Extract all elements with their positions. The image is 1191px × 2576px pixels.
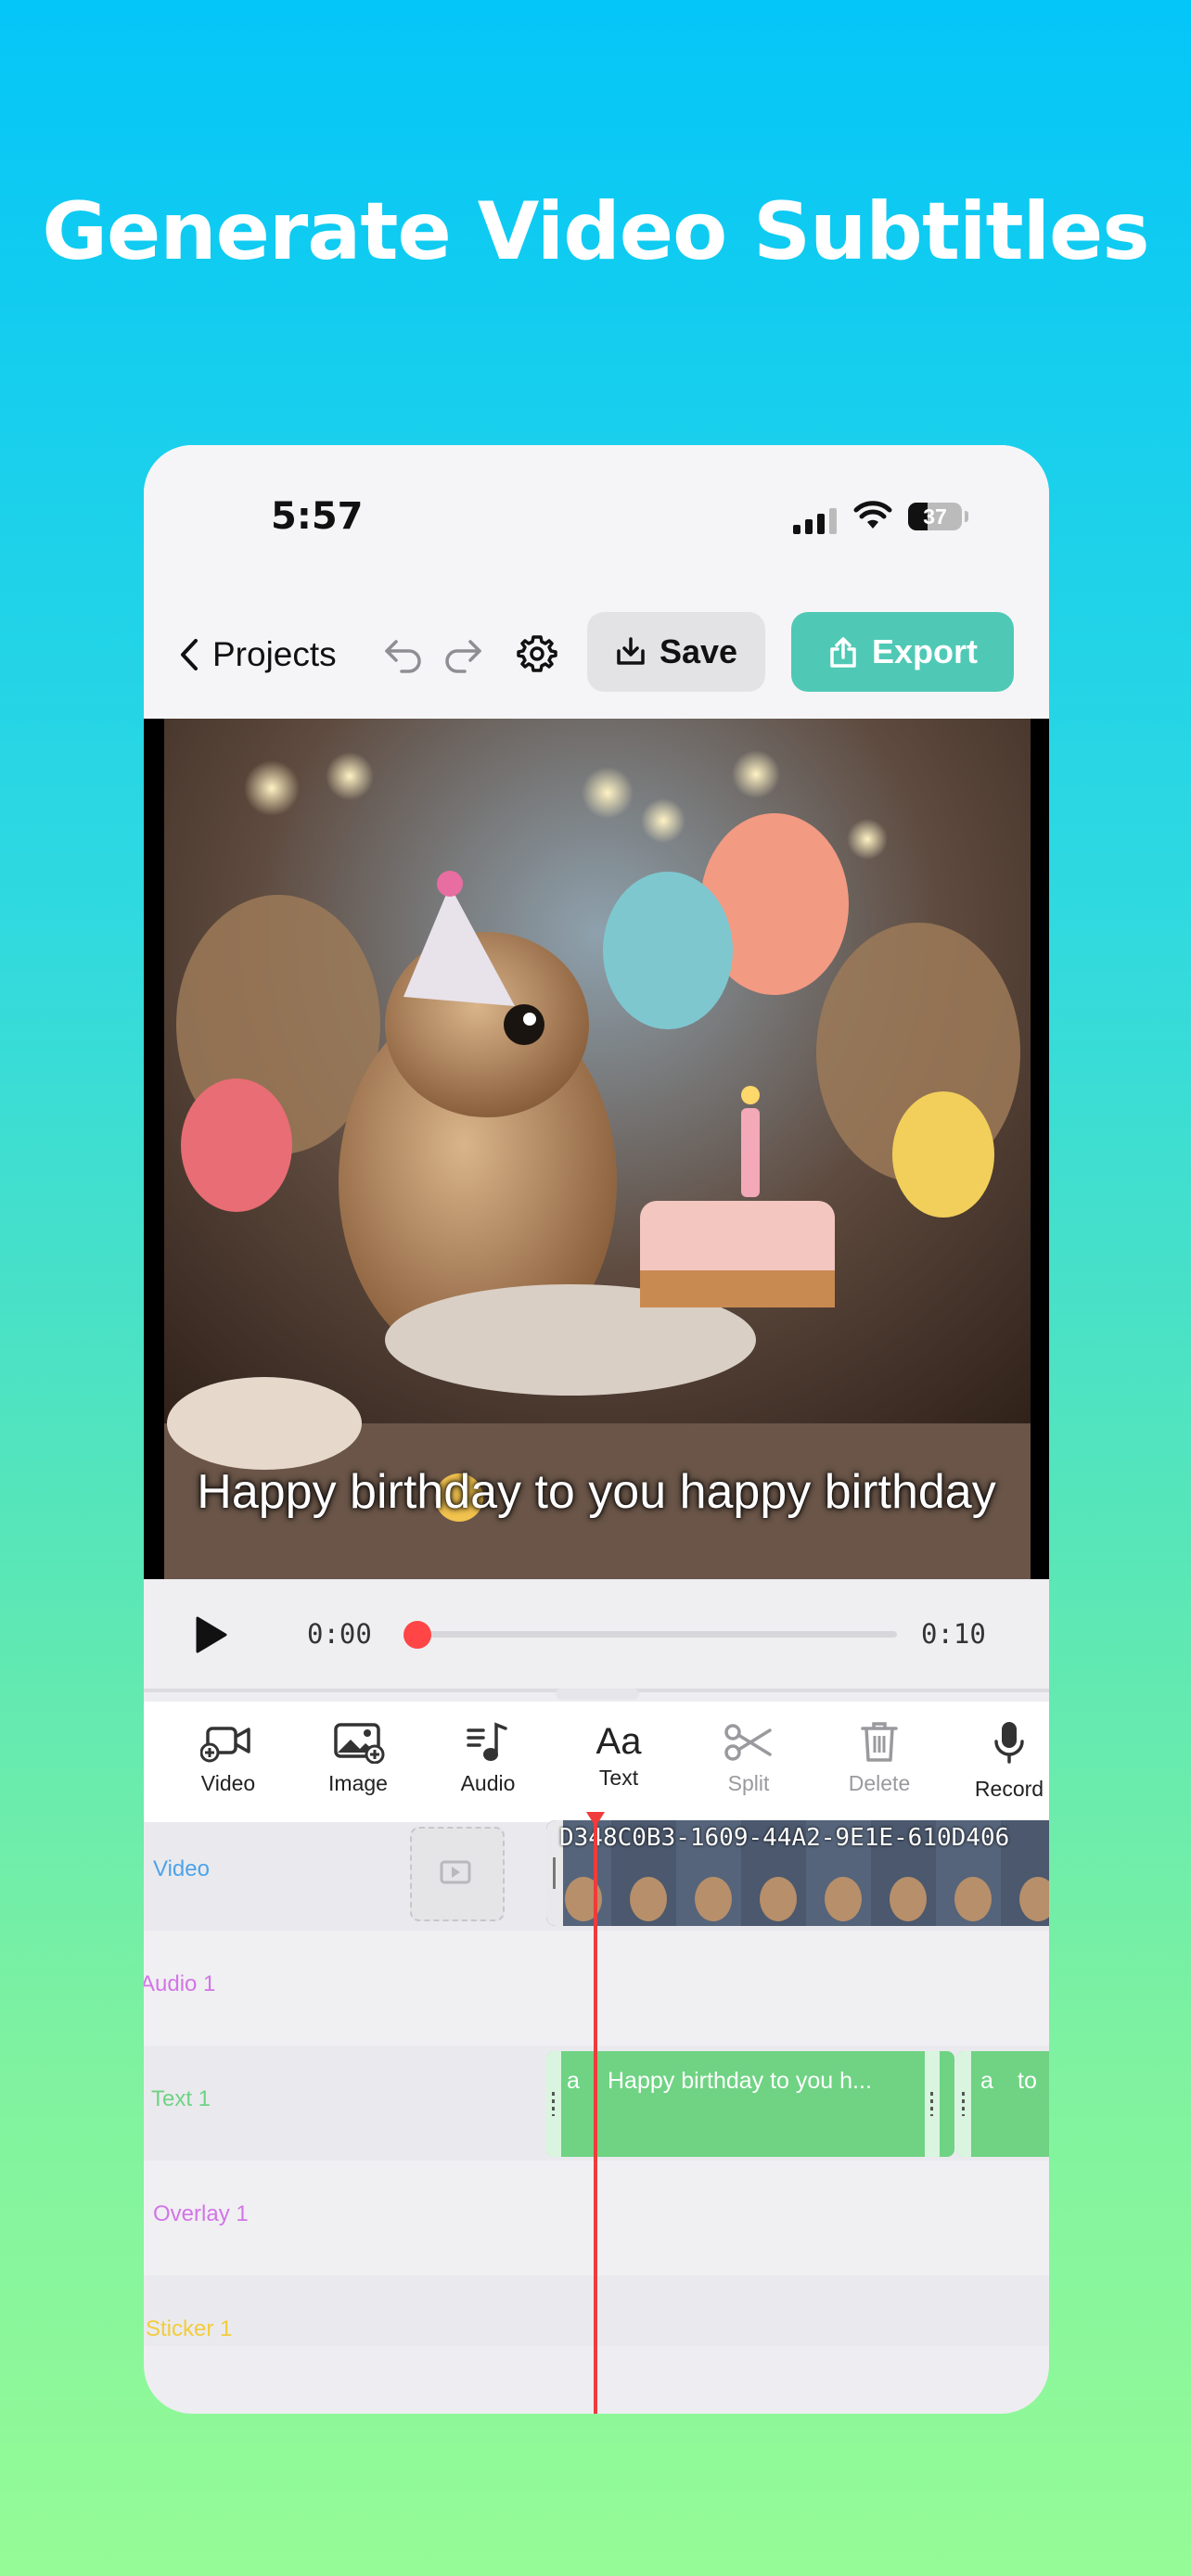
share-upload-icon bbox=[830, 637, 856, 668]
resize-handle[interactable] bbox=[556, 1689, 639, 1700]
duration: 0:10 bbox=[921, 1618, 986, 1650]
tool-video-button[interactable]: Video bbox=[177, 1715, 279, 1796]
tool-image-label: Image bbox=[328, 1771, 388, 1795]
play-icon[interactable] bbox=[192, 1614, 229, 1655]
video-clip[interactable]: D348C0B3-1609-44A2-9E1E-610D406 bbox=[546, 1820, 1049, 1926]
battery-tip bbox=[965, 511, 968, 522]
back-label: Projects bbox=[212, 635, 337, 673]
scrub-track[interactable] bbox=[407, 1631, 897, 1638]
battery-level: 37 bbox=[923, 504, 947, 529]
tool-record-label: Record bbox=[974, 1777, 1044, 1801]
track-label: Audio 1 bbox=[144, 1971, 216, 1996]
chevron-left-icon bbox=[181, 639, 198, 670]
text-clip[interactable]: a to bbox=[956, 2051, 1049, 2157]
cellular-signal-icon bbox=[793, 506, 837, 534]
headline: Generate Video Subtitles bbox=[42, 185, 1149, 278]
image-add-icon bbox=[334, 1723, 385, 1764]
playhead[interactable] bbox=[594, 1816, 597, 2414]
save-button[interactable]: Save bbox=[587, 612, 765, 692]
video-add-icon bbox=[200, 1727, 250, 1763]
video-placeholder-button[interactable] bbox=[410, 1827, 505, 1921]
tool-delete-button[interactable]: Delete bbox=[828, 1715, 930, 1796]
subtitle-overlay[interactable]: Happy birthday to you happy birthday bbox=[144, 1464, 1049, 1520]
video-clip-title: D348C0B3-1609-44A2-9E1E-610D406 bbox=[559, 1824, 1010, 1852]
status-time: 5:57 bbox=[271, 495, 364, 538]
text-clip[interactable]: a Happy birthday to you h... bbox=[546, 2051, 954, 2157]
scissors-icon bbox=[724, 1724, 772, 1761]
save-label: Save bbox=[659, 632, 738, 670]
back-to-projects-button[interactable]: Projects bbox=[179, 635, 337, 674]
preview-frame-image bbox=[144, 719, 1049, 1579]
tool-video-label: Video bbox=[200, 1771, 256, 1795]
clip-trim-handle-left[interactable] bbox=[546, 2051, 561, 2157]
track-label: Sticker 1 bbox=[146, 2316, 233, 2341]
clip-trim-handle-right[interactable] bbox=[925, 2051, 940, 2157]
tool-split-label: Split bbox=[727, 1771, 770, 1795]
phone-screen: 5:57 37 Projects Save Export Happy birth… bbox=[144, 445, 1049, 2414]
play-box-icon bbox=[440, 1860, 471, 1884]
tool-image-button[interactable]: Image bbox=[307, 1715, 409, 1796]
text-clip-lead: a bbox=[980, 2068, 993, 2094]
export-label: Export bbox=[871, 632, 978, 670]
text-aa-icon: Aa bbox=[596, 1721, 642, 1762]
tool-text-label: Text bbox=[598, 1766, 639, 1790]
music-note-icon bbox=[467, 1722, 507, 1761]
track-label: Video bbox=[153, 1856, 210, 1881]
tool-text-button[interactable]: Aa Text bbox=[568, 1715, 670, 1791]
undo-icon[interactable] bbox=[383, 636, 424, 673]
export-button[interactable]: Export bbox=[791, 612, 1014, 692]
wifi-icon bbox=[853, 501, 892, 529]
settings-gear-icon[interactable] bbox=[517, 633, 557, 674]
text-clip-caption: Happy birthday to you h... bbox=[608, 2068, 872, 2094]
video-preview[interactable]: Happy birthday to you happy birthday bbox=[144, 719, 1049, 1579]
tool-audio-button[interactable]: Audio bbox=[437, 1715, 539, 1796]
text-clip-lead: a bbox=[567, 2068, 580, 2094]
tool-audio-label: Audio bbox=[460, 1771, 516, 1795]
current-time: 0:00 bbox=[307, 1618, 372, 1650]
battery-icon: 37 bbox=[908, 503, 962, 530]
microphone-icon bbox=[994, 1722, 1024, 1764]
redo-icon[interactable] bbox=[442, 636, 483, 673]
clip-trim-handle-left[interactable] bbox=[956, 2051, 971, 2157]
track-label: Overlay 1 bbox=[153, 2201, 249, 2226]
tool-record-button[interactable]: Record bbox=[958, 1715, 1049, 1802]
tool-split-button[interactable]: Split bbox=[698, 1715, 800, 1796]
download-icon bbox=[617, 637, 645, 665]
scrub-handle[interactable] bbox=[403, 1621, 431, 1649]
track-label: Text 1 bbox=[151, 2086, 211, 2111]
text-clip-caption: to bbox=[1018, 2068, 1037, 2094]
tool-delete-label: Delete bbox=[848, 1771, 911, 1795]
trash-icon bbox=[861, 1722, 898, 1762]
